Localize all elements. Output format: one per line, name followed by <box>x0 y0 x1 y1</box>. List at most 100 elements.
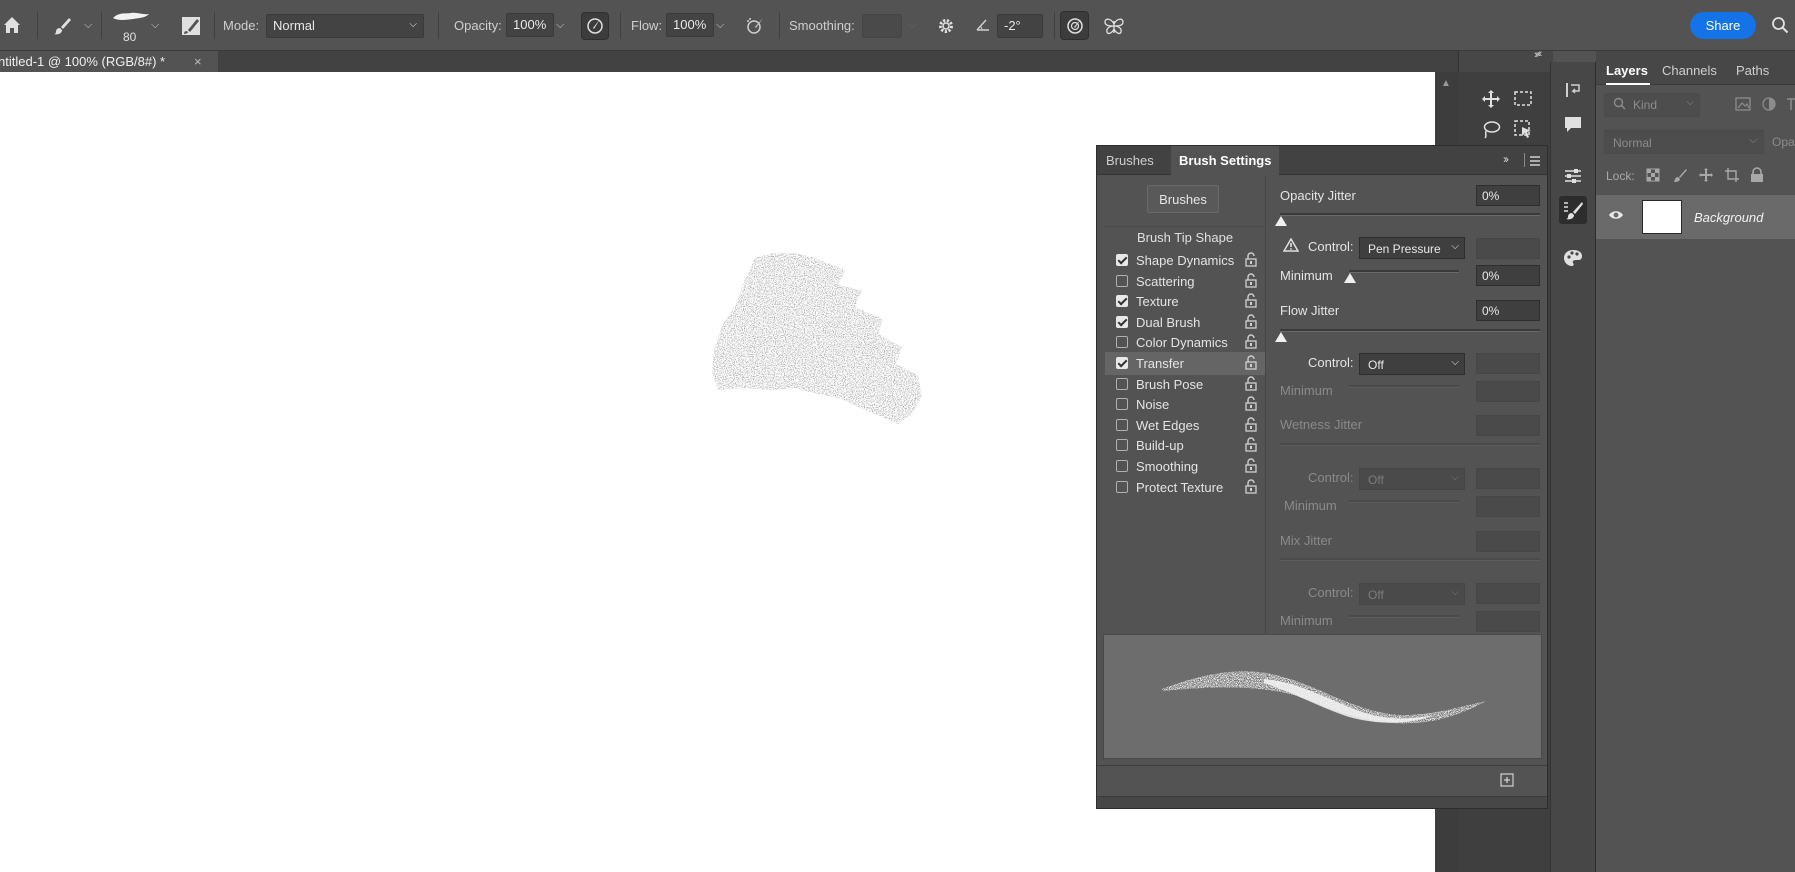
brush-tip-shape-item[interactable]: Brush Tip Shape <box>1105 226 1265 246</box>
lock-open-icon[interactable] <box>1245 396 1257 414</box>
history-icon[interactable] <box>1559 76 1587 104</box>
search-icon[interactable] <box>1769 14 1791 36</box>
lock-position-icon[interactable] <box>1698 167 1714 186</box>
document-tab[interactable]: ntitled-1 @ 100% (RGB/8#) * × <box>0 51 218 72</box>
lock-image-pixels-icon[interactable] <box>1672 167 1688 186</box>
create-new-brush-icon[interactable] <box>1500 773 1514 790</box>
share-button[interactable]: Share <box>1690 12 1756 39</box>
option-checkbox[interactable] <box>1116 418 1128 431</box>
lock-open-icon[interactable] <box>1245 437 1257 455</box>
flow-control-dropdown[interactable]: Off ⌵ <box>1359 353 1465 375</box>
layer-filter-kind-dropdown[interactable]: Kind ⌵ <box>1604 93 1700 117</box>
move-tool-icon[interactable] <box>1477 85 1505 113</box>
tab-brushes[interactable]: Brushes <box>1106 153 1154 168</box>
option-checkbox[interactable] <box>1116 439 1128 452</box>
smoothing-chevron-icon[interactable]: ⌵ <box>908 19 916 32</box>
eye-visibility-icon[interactable] <box>1608 209 1624 224</box>
adjustments-icon[interactable] <box>1559 162 1587 190</box>
pixel-layer-filter-icon[interactable] <box>1735 97 1751 114</box>
option-checkbox[interactable] <box>1116 315 1128 328</box>
lasso-tool-icon[interactable] <box>1477 115 1505 143</box>
opacity-input[interactable]: 100% <box>506 13 554 37</box>
collapse-arrows-icon[interactable]: ‹‹ <box>1537 48 1543 60</box>
color-palette-icon[interactable] <box>1559 244 1587 272</box>
type-layer-filter-icon[interactable] <box>1786 97 1795 114</box>
brush-option-scattering[interactable]: Scattering <box>1105 270 1265 293</box>
collapse-panel-arrows-icon[interactable]: ›› <box>1503 152 1509 166</box>
lock-transparent-pixels-icon[interactable] <box>1646 168 1660 185</box>
panel-menu-icon[interactable] <box>1529 154 1541 169</box>
brush-settings-toggle-icon[interactable] <box>179 14 203 38</box>
option-checkbox[interactable] <box>1116 254 1128 266</box>
brush-preset-icon[interactable] <box>111 8 151 24</box>
pressure-size-icon[interactable] <box>1060 11 1089 40</box>
brush-option-dual-brush[interactable]: Dual Brush <box>1105 311 1265 334</box>
gear-icon[interactable] <box>934 14 958 38</box>
brush-option-shape-dynamics[interactable]: Shape Dynamics <box>1105 249 1265 272</box>
lock-open-icon[interactable] <box>1245 375 1257 394</box>
flow-input[interactable]: 100% <box>666 13 714 37</box>
flow-jitter-slider[interactable] <box>1280 329 1540 332</box>
close-icon[interactable]: × <box>194 54 202 69</box>
minimum-1-slider[interactable] <box>1349 270 1459 273</box>
lock-open-icon[interactable] <box>1245 417 1257 435</box>
tool-preset-chevron-icon[interactable]: ⌵ <box>84 19 92 32</box>
brush-preset-chevron-icon[interactable]: ⌵ <box>151 19 159 32</box>
lock-open-icon[interactable] <box>1245 478 1257 497</box>
brush-option-color-dynamics[interactable]: Color Dynamics <box>1105 331 1265 354</box>
layer-blend-mode-dropdown[interactable]: Normal ⌵ <box>1604 130 1764 154</box>
option-checkbox[interactable] <box>1116 398 1128 411</box>
option-checkbox[interactable] <box>1116 336 1128 349</box>
option-checkbox[interactable] <box>1116 295 1128 308</box>
smoothing-input[interactable] <box>862 14 902 38</box>
opacity-control-dropdown[interactable]: Pen Pressure ⌵ <box>1359 237 1465 259</box>
brush-option-protect-texture[interactable]: Protect Texture <box>1105 476 1265 499</box>
tab-channels[interactable]: Channels <box>1662 63 1717 78</box>
pressure-opacity-icon[interactable] <box>581 12 609 40</box>
brush-option-brush-pose[interactable]: Brush Pose <box>1105 373 1265 396</box>
layer-row[interactable]: Background <box>1596 195 1795 239</box>
option-checkbox[interactable] <box>1116 357 1128 369</box>
lock-artboard-icon[interactable] <box>1724 167 1740 186</box>
opacity-jitter-slider-thumb[interactable] <box>1275 216 1287 226</box>
marquee-tool-icon[interactable] <box>1509 85 1537 113</box>
option-checkbox[interactable] <box>1116 377 1128 390</box>
brush-tool-icon[interactable] <box>50 14 74 38</box>
panel-resize-bar[interactable] <box>1097 796 1547 808</box>
lock-open-icon[interactable] <box>1245 252 1257 270</box>
brush-option-wet-edges[interactable]: Wet Edges <box>1105 414 1265 437</box>
tab-paths[interactable]: Paths <box>1736 63 1769 78</box>
option-checkbox[interactable] <box>1116 460 1128 472</box>
brush-option-transfer[interactable]: Transfer <box>1105 352 1265 375</box>
brush-option-texture[interactable]: Texture <box>1105 290 1265 313</box>
flow-chevron-icon[interactable]: ⌵ <box>716 19 724 32</box>
comments-icon[interactable] <box>1559 110 1587 138</box>
minimum-1-slider-thumb[interactable] <box>1344 273 1356 283</box>
object-selection-tool-icon[interactable] <box>1509 115 1537 143</box>
option-checkbox[interactable] <box>1116 480 1128 493</box>
lock-open-icon[interactable] <box>1245 293 1257 311</box>
lock-open-icon[interactable] <box>1245 458 1257 476</box>
opacity-jitter-input[interactable]: 0% <box>1476 185 1540 206</box>
adjustment-layer-filter-icon[interactable] <box>1762 97 1776 114</box>
brush-option-smoothing[interactable]: Smoothing <box>1105 455 1265 478</box>
lock-open-icon[interactable] <box>1245 272 1257 291</box>
tab-layers[interactable]: Layers <box>1606 63 1648 78</box>
lock-open-icon[interactable] <box>1245 355 1257 373</box>
airbrush-icon[interactable] <box>741 12 769 40</box>
flow-jitter-slider-thumb[interactable] <box>1275 332 1287 342</box>
lock-open-icon[interactable] <box>1245 314 1257 332</box>
mode-dropdown[interactable]: Normal ⌵ <box>266 14 424 38</box>
flow-jitter-input[interactable]: 0% <box>1476 300 1540 321</box>
brush-option-build-up[interactable]: Build-up <box>1105 434 1265 457</box>
home-icon[interactable] <box>0 13 24 37</box>
brush-option-noise[interactable]: Noise <box>1105 393 1265 416</box>
opacity-chevron-icon[interactable]: ⌵ <box>556 19 564 32</box>
scroll-up-icon[interactable]: ▲ <box>1441 78 1451 89</box>
option-checkbox[interactable] <box>1116 274 1128 287</box>
layer-name[interactable]: Background <box>1694 210 1763 225</box>
lock-open-icon[interactable] <box>1245 334 1257 352</box>
opacity-jitter-slider[interactable] <box>1280 213 1540 216</box>
lock-all-icon[interactable] <box>1750 167 1764 186</box>
angle-input[interactable]: -2° <box>997 14 1043 38</box>
